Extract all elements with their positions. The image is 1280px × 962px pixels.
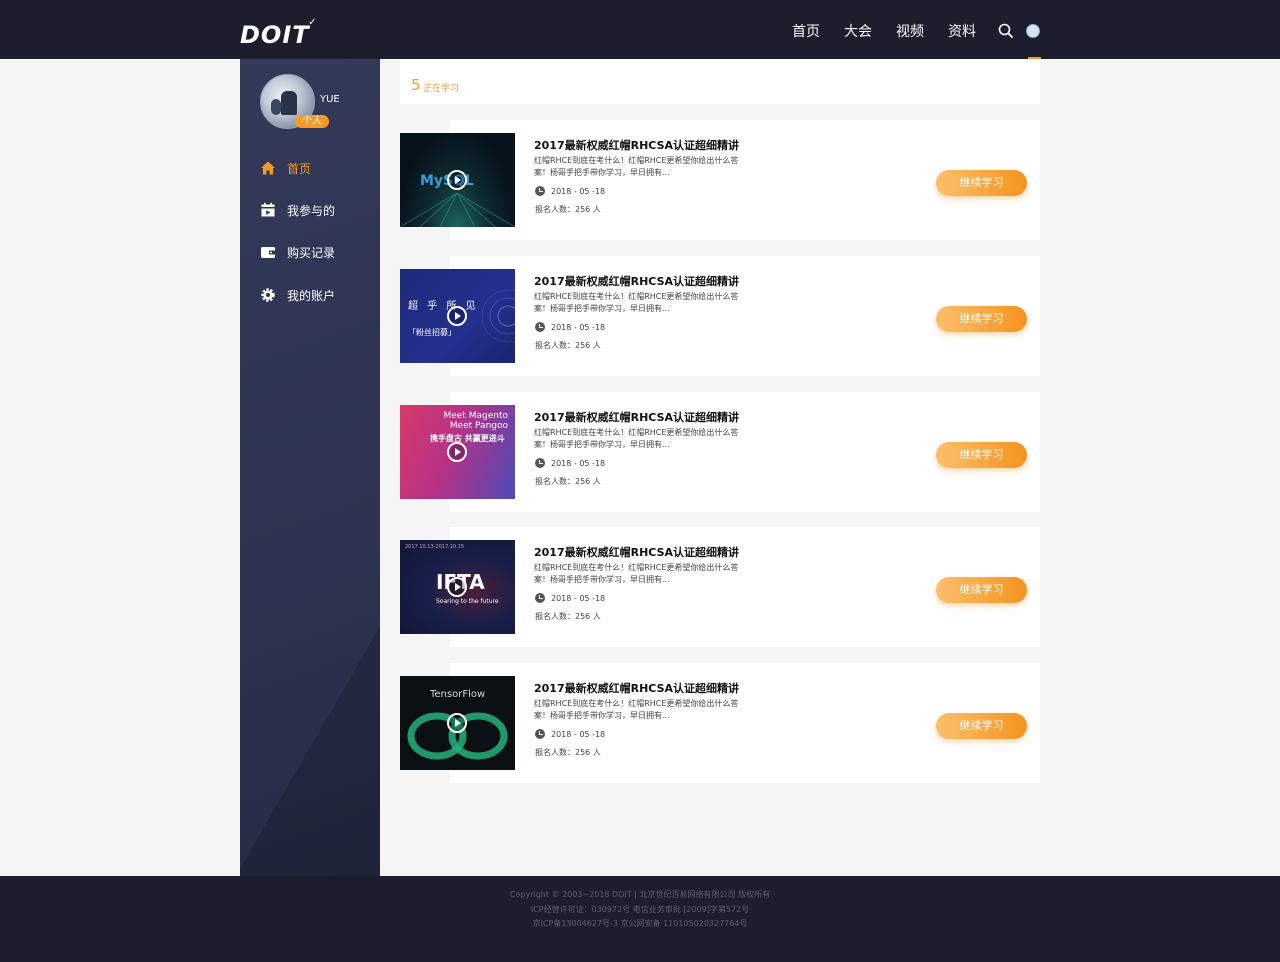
footer-copyright: Copyright © 2003~2018 DOIT | 北京世纪百易网络有限公…	[509, 890, 771, 899]
doit-logo[interactable]: DOIT ✓	[240, 17, 317, 49]
sidebar-item-label: 购买记录	[287, 245, 336, 260]
sidebar-item-account[interactable]: 我的账户	[260, 285, 370, 305]
course-thumbnail[interactable]: TensorFlow	[400, 676, 515, 770]
sidebar-item-home[interactable]: 首页	[260, 158, 370, 178]
sidebar: YUE 个人 首页 我参与的 购买记录 我的账户	[240, 59, 380, 876]
sidebar-item-purchases[interactable]: 购买记录	[260, 242, 370, 262]
course-card: Meet Magento Meet Pangoo 携手盘古 共赢更进斗 2017…	[400, 392, 1040, 512]
continue-learning-button[interactable]: 继续学习	[936, 306, 1027, 332]
sidebar-decoration	[240, 619, 380, 876]
footer-icp-license: ICP经营许可证：030972号 电信业务审批 [2009]字第572号	[530, 905, 750, 914]
course-date: 2018 - 05 -18	[551, 730, 606, 739]
clock-icon	[535, 322, 545, 332]
course-enrolled: 报名人数：256 人	[535, 748, 601, 757]
footer-record-number: 京ICP备13004627号-3 京公网安备 110105020327764号	[532, 919, 748, 928]
course-thumbnail[interactable]: 超 乎 所 见 「粉丝招募」	[400, 269, 515, 363]
wallet-icon	[260, 244, 276, 260]
thumbnail-caption: Meet Magento Meet Pangoo	[443, 411, 509, 431]
calendar-icon	[260, 202, 276, 218]
course-enrolled: 报名人数：256 人	[535, 341, 601, 350]
sidebar-item-label: 我参与的	[287, 203, 336, 218]
clock-icon	[535, 458, 545, 468]
thumbnail-subtitle: 携手盘古 共赢更进斗	[430, 434, 505, 443]
gear-icon	[260, 287, 276, 303]
thumbnail-date: 2017.10.13-2017.10.15	[405, 544, 465, 550]
play-icon[interactable]	[447, 170, 467, 190]
course-description: 红帽RHCE到底在考什么！红帽RHCE更希望你给出什么答案！杨哥手把手带你学习，…	[534, 699, 739, 720]
course-description: 红帽RHCE到底在考什么！红帽RHCE更希望你给出什么答案！杨哥手把手带你学习，…	[534, 428, 739, 449]
sidebar-item-label: 首页	[287, 161, 312, 176]
play-icon[interactable]	[447, 577, 467, 597]
continue-learning-button[interactable]: 继续学习	[936, 170, 1027, 196]
sidebar-item-participated[interactable]: 我参与的	[260, 200, 370, 220]
course-thumbnail[interactable]: 2017.10.13-2017.10.15 IFTA Soaring to th…	[400, 540, 515, 634]
username: YUE	[320, 94, 340, 105]
course-thumbnail[interactable]: Meet Magento Meet Pangoo 携手盘古 共赢更进斗	[400, 405, 515, 499]
course-date: 2018 - 05 -18	[551, 187, 606, 196]
nav-materials[interactable]: 资料	[936, 21, 988, 41]
course-card: MySQL 2017最新权威红帽RHCSA认证超细精讲 红帽RHCE到底在考什么…	[400, 120, 1040, 240]
course-title[interactable]: 2017最新权威红帽RHCSA认证超细精讲	[534, 680, 739, 696]
course-description: 红帽RHCE到底在考什么！红帽RHCE更希望你给出什么答案！杨哥手把手带你学习，…	[534, 563, 739, 584]
course-card: 2017.10.13-2017.10.15 IFTA Soaring to th…	[400, 527, 1040, 647]
play-icon[interactable]	[447, 306, 467, 326]
course-title[interactable]: 2017最新权威红帽RHCSA认证超细精讲	[534, 137, 739, 153]
play-icon[interactable]	[447, 713, 467, 733]
home-icon	[260, 160, 276, 176]
course-card: TensorFlow 2017最新权威红帽RHCSA认证超细精讲 红帽RHCE到…	[400, 663, 1040, 783]
learning-count: 5	[411, 76, 421, 94]
course-title[interactable]: 2017最新权威红帽RHCSA认证超细精讲	[534, 409, 739, 425]
course-title[interactable]: 2017最新权威红帽RHCSA认证超细精讲	[534, 544, 739, 560]
course-enrolled: 报名人数：256 人	[535, 205, 601, 214]
continue-learning-button[interactable]: 继续学习	[936, 442, 1027, 468]
sidebar-item-label: 我的账户	[287, 288, 336, 303]
avatar-figure	[281, 91, 297, 115]
continue-learning-button[interactable]: 继续学习	[936, 713, 1027, 739]
nav-conference[interactable]: 大会	[832, 21, 884, 41]
course-date: 2018 - 05 -18	[551, 459, 606, 468]
nav-videos[interactable]: 视频	[884, 21, 936, 41]
role-badge: 个人	[295, 115, 329, 128]
thumbnail-heading: 超 乎 所 见	[408, 301, 479, 312]
course-description: 红帽RHCE到底在考什么！红帽RHCE更希望你给出什么答案！杨哥手把手带你学习，…	[534, 156, 739, 177]
footer: Copyright © 2003~2018 DOIT | 北京世纪百易网络有限公…	[0, 876, 1280, 962]
thumbnail-caption: TensorFlow	[430, 689, 486, 700]
course-description: 红帽RHCE到底在考什么！红帽RHCE更希望你给出什么答案！杨哥手把手带你学习，…	[534, 292, 739, 313]
course-card: 超 乎 所 见 「粉丝招募」 2017最新权威红帽RHCSA认证超细精讲 红帽R…	[400, 256, 1040, 376]
nav-home[interactable]: 首页	[780, 21, 832, 41]
course-title[interactable]: 2017最新权威红帽RHCSA认证超细精讲	[534, 273, 739, 289]
top-navigation-bar: DOIT ✓ 首页 大会 视频 资料	[0, 0, 1280, 59]
course-thumbnail[interactable]: MySQL	[400, 133, 515, 227]
course-enrolled: 报名人数：256 人	[535, 477, 601, 486]
course-date: 2018 - 05 -18	[551, 594, 606, 603]
course-date: 2018 - 05 -18	[551, 323, 606, 332]
thumbnail-subtitle: Soaring to the future	[436, 598, 499, 605]
clock-icon	[535, 729, 545, 739]
main-nav: 首页 大会 视频 资料	[780, 21, 988, 41]
course-enrolled: 报名人数：256 人	[535, 612, 601, 621]
clock-icon	[535, 186, 545, 196]
search-icon[interactable]	[998, 23, 1014, 39]
thumbnail-caption: 「粉丝招募」	[408, 328, 456, 337]
continue-learning-button[interactable]: 继续学习	[936, 577, 1027, 603]
clock-icon	[535, 593, 545, 603]
avatar-figure-secondary	[271, 99, 281, 115]
play-icon[interactable]	[447, 442, 467, 462]
learning-status-bar: 5 正在学习	[400, 59, 1040, 104]
learning-label: 正在学习	[423, 84, 460, 94]
globe-icon[interactable]	[1026, 24, 1040, 38]
